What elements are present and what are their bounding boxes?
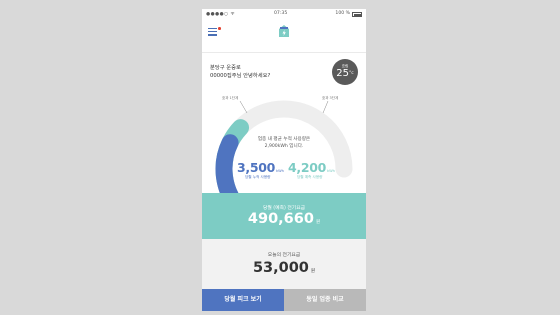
forecast-bill-panel: 당월 (예측) 전기요금 490,660 원: [202, 193, 366, 239]
hamburger-menu-icon[interactable]: [208, 27, 221, 36]
temperature: 25°c: [336, 68, 354, 79]
battery-percent: 100 %: [335, 11, 350, 16]
gauge-usage-arc: [215, 134, 247, 217]
average-info: 업종 내 평균 누적 사용량은 2,900kWh 입니다.: [257, 137, 311, 149]
battery-icon: [352, 12, 362, 17]
today-bill-panel: 오늘의 전기요금 53,000 원: [202, 239, 366, 289]
forecast-bill-label: 당월 (예측) 전기요금: [262, 206, 306, 211]
industry-compare-button[interactable]: 동일 업종 비교: [284, 289, 366, 311]
monthly-usage-value: 3,500kWh: [237, 160, 284, 175]
today-bill-amount: 53,000 원: [252, 260, 316, 276]
usage-gauge: 호과 1단계 호과 3단계 업종 내 평균 누적 사용량은 2,900kWh 입…: [202, 87, 366, 217]
forecast-usage-label: 당월 예측 사용량: [297, 175, 323, 179]
forecast-bill-amount: 490,660 원: [247, 211, 321, 227]
today-bill-label: 오늘의 전기요금: [267, 253, 301, 258]
weather-badge: 흐림 25°c: [332, 59, 358, 85]
tick-low-label: 호과 1단계: [222, 96, 239, 100]
address-text: 분당구 운중로: [210, 65, 241, 71]
house-bolt-icon: [279, 25, 289, 37]
notification-dot: [218, 27, 221, 30]
tick-low-marker: [239, 100, 248, 114]
welcome-text: 00000집주님 안녕하세요?: [210, 72, 271, 79]
signal-indicator: ●●●●○ ᯤ: [206, 12, 236, 17]
monthly-usage-label: 당월 누적 사용량: [245, 175, 271, 179]
phone-screen: ●●●●○ ᯤ 07:35 100 % 분당구 운중로 00000집주님 안녕하…: [202, 9, 366, 311]
forecast-usage-value: 4,200kWh: [288, 160, 335, 175]
peak-view-button[interactable]: 당월 피크 보기: [202, 289, 284, 311]
clock: 07:35: [274, 11, 288, 16]
tick-high-marker: [322, 100, 329, 114]
status-bar: ●●●●○ ᯤ 07:35 100 %: [202, 9, 366, 19]
tick-high-label: 호과 3단계: [322, 96, 339, 100]
greeting: 분당구 운중로 00000집주님 안녕하세요?: [210, 65, 270, 80]
